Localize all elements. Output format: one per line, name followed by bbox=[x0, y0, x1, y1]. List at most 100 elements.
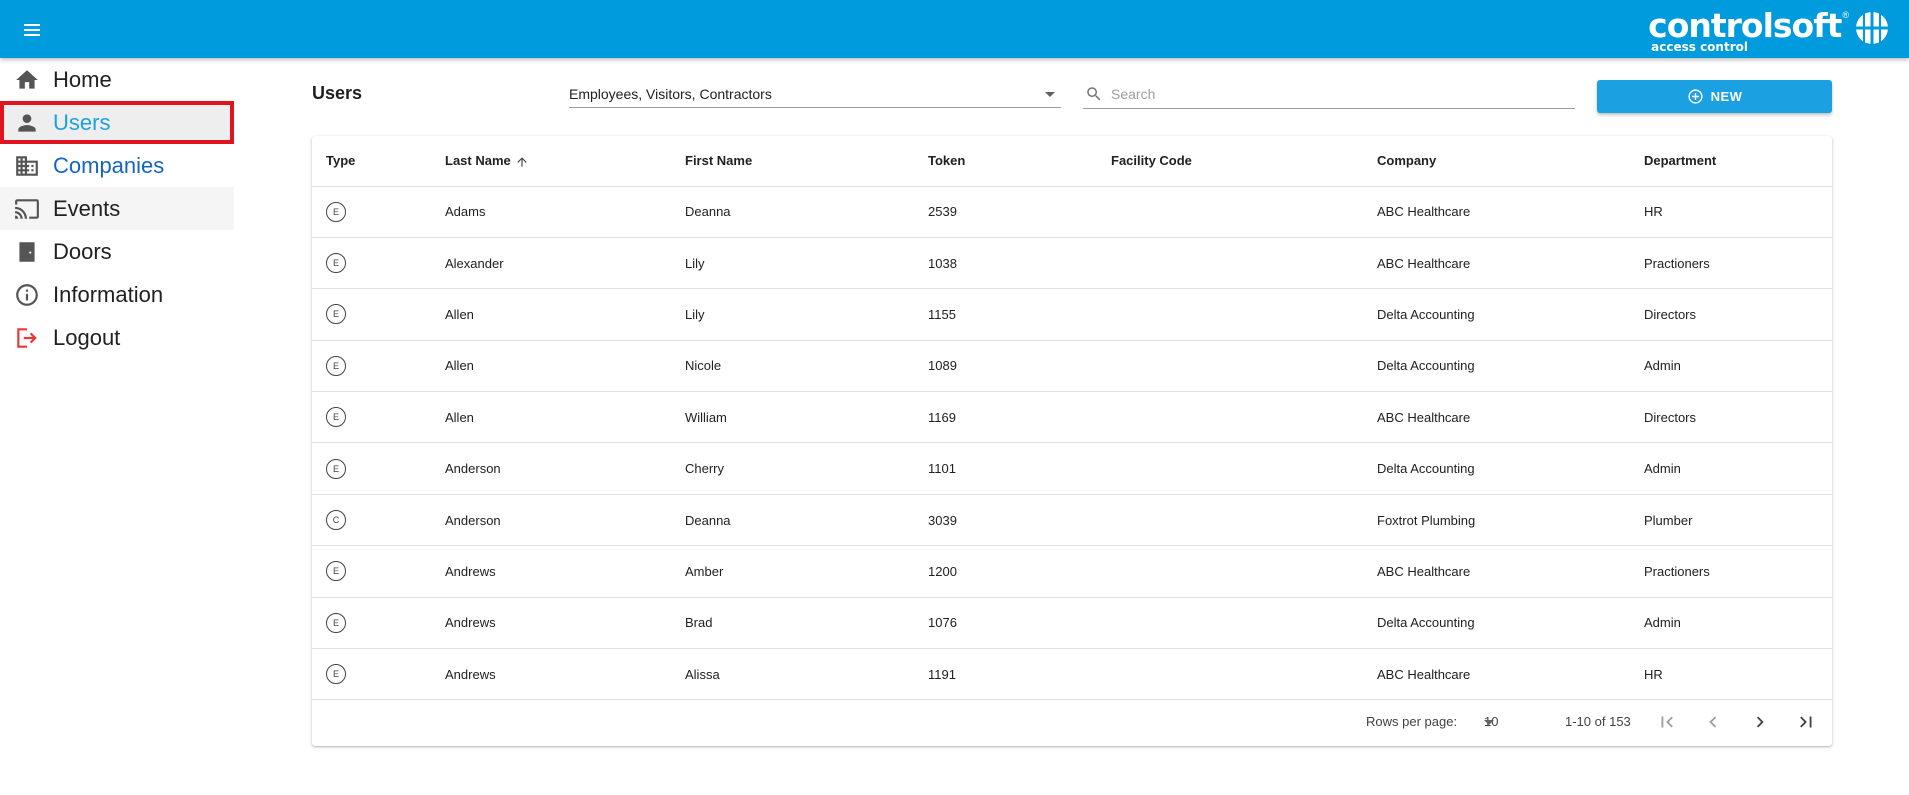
table-row[interactable]: E Allen Nicole 1089 Delta Accounting Admin bbox=[312, 340, 1832, 393]
users-table: Type Last Name First Name Token Facility… bbox=[312, 136, 1832, 701]
cell-last-name: Andrews bbox=[431, 545, 671, 598]
sidebar-item-home[interactable]: Home bbox=[0, 58, 234, 101]
cell-first-name: Cherry bbox=[671, 442, 914, 495]
table-row[interactable]: E Andrews Brad 1076 Delta Accounting Admin bbox=[312, 597, 1832, 650]
sidebar-item-information[interactable]: Information bbox=[0, 273, 234, 316]
table-row[interactable]: E Anderson Cherry 1101 Delta Accounting Admin bbox=[312, 442, 1832, 495]
pagination-range: 1-10 of 153 bbox=[1565, 714, 1631, 729]
column-header-label: Last Name bbox=[445, 152, 511, 168]
table-row[interactable]: E Allen William 1169 ABC Healthcare Directors bbox=[312, 391, 1832, 444]
first-page-button[interactable] bbox=[1656, 711, 1678, 733]
cell-department: HR bbox=[1630, 648, 1832, 701]
page-title: Users bbox=[312, 83, 363, 103]
sidebar-item-companies[interactable]: Companies bbox=[0, 144, 234, 187]
search-icon bbox=[1087, 87, 1101, 101]
table-row[interactable]: E Andrews Amber 1200 ABC Healthcare Practione… bbox=[312, 545, 1832, 598]
cell-last-name: Alexander bbox=[431, 237, 671, 290]
cell-facility-code bbox=[1097, 648, 1363, 701]
cell-last-name: Anderson bbox=[431, 442, 671, 495]
cell-company: Delta Accounting bbox=[1363, 340, 1630, 393]
rows-per-page-select[interactable]: 10 bbox=[1484, 710, 1540, 734]
cell-first-name: Deanna bbox=[671, 494, 914, 547]
cell-facility-code bbox=[1097, 237, 1363, 290]
info-icon bbox=[16, 283, 38, 306]
cell-last-name: Allen bbox=[431, 391, 671, 444]
chevron-right-icon bbox=[1756, 716, 1764, 728]
top-app-bar: controlsoft access control ® bbox=[0, 0, 1909, 58]
column-header-last-name[interactable]: Last Name bbox=[431, 136, 671, 187]
cell-first-name: Amber bbox=[671, 545, 914, 598]
cell-facility-code bbox=[1097, 442, 1363, 495]
search-input[interactable] bbox=[1111, 83, 1561, 105]
menu-icon[interactable] bbox=[20, 18, 44, 42]
cell-last-name: Andrews bbox=[431, 597, 671, 650]
column-header-token[interactable]: Token bbox=[914, 136, 1097, 187]
cell-first-name: Lily bbox=[671, 237, 914, 290]
cell-token: 1155 bbox=[914, 288, 1097, 341]
cell-token: 1076 bbox=[914, 597, 1097, 650]
user-type-filter-select[interactable]: Employees, Visitors, Contractors bbox=[569, 80, 1061, 108]
cell-type: E bbox=[312, 391, 431, 444]
cell-type: E bbox=[312, 340, 431, 393]
cell-last-name: Anderson bbox=[431, 494, 671, 547]
cell-type: E bbox=[312, 186, 431, 238]
cell-token: 2539 bbox=[914, 186, 1097, 238]
table-header-row: Type Last Name First Name Token Facility… bbox=[312, 136, 1832, 187]
first-page-icon bbox=[1661, 716, 1673, 728]
next-page-button[interactable] bbox=[1749, 711, 1771, 733]
cell-company: Delta Accounting bbox=[1363, 597, 1630, 650]
column-header-first-name[interactable]: First Name bbox=[671, 136, 914, 187]
cell-token: 1101 bbox=[914, 442, 1097, 495]
cell-first-name: Lily bbox=[671, 288, 914, 341]
type-badge: E bbox=[326, 355, 346, 376]
sidebar-item-logout[interactable]: Logout bbox=[0, 316, 234, 359]
sidebar-item-events[interactable]: Events bbox=[0, 187, 234, 230]
sidebar-item-doors[interactable]: Doors bbox=[0, 230, 234, 273]
column-header-company[interactable]: Company bbox=[1363, 136, 1630, 187]
cell-department: Practioners bbox=[1630, 545, 1832, 598]
table-row[interactable]: E Andrews Alissa 1191 ABC Healthcare HR bbox=[312, 648, 1832, 701]
sidebar-item-label: Events bbox=[53, 195, 121, 221]
filter-selected-value: Employees, Visitors, Contractors bbox=[569, 86, 772, 102]
cell-company: Foxtrot Plumbing bbox=[1363, 494, 1630, 547]
new-user-button[interactable]: NEW bbox=[1597, 80, 1832, 113]
cell-first-name: Brad bbox=[671, 597, 914, 650]
type-badge: E bbox=[326, 304, 346, 325]
cell-token: 1038 bbox=[914, 237, 1097, 290]
controlsoft-logo: controlsoft access control ® bbox=[1648, 8, 1889, 54]
sidebar-item-users[interactable]: Users bbox=[0, 101, 234, 144]
cell-company: ABC Healthcare bbox=[1363, 648, 1630, 701]
table-row[interactable]: E Adams Deanna 2539 ABC Healthcare HR bbox=[312, 186, 1832, 238]
cell-department: Practioners bbox=[1630, 237, 1832, 290]
table-row[interactable]: E Allen Lily 1155 Delta Accounting Directors bbox=[312, 288, 1832, 341]
rows-per-page-label: Rows per page: bbox=[1366, 714, 1458, 729]
cell-company: ABC Healthcare bbox=[1363, 237, 1630, 290]
cell-department: Plumber bbox=[1630, 494, 1832, 547]
previous-page-button[interactable] bbox=[1702, 711, 1724, 733]
table-row[interactable]: C Anderson Deanna 3039 Foxtrot Plumbing Plumb… bbox=[312, 494, 1832, 547]
cell-company: Delta Accounting bbox=[1363, 288, 1630, 341]
last-page-button[interactable] bbox=[1795, 711, 1817, 733]
cell-token: 3039 bbox=[914, 494, 1097, 547]
cell-department: HR bbox=[1630, 186, 1832, 238]
chevron-down-icon bbox=[1484, 720, 1494, 725]
cell-company: Delta Accounting bbox=[1363, 442, 1630, 495]
type-badge: E bbox=[326, 561, 346, 582]
cell-facility-code bbox=[1097, 597, 1363, 650]
logo-registered-mark: ® bbox=[1842, 10, 1849, 20]
column-header-department[interactable]: Department bbox=[1630, 136, 1832, 187]
cell-token: 1191 bbox=[914, 648, 1097, 701]
table-row[interactable]: E Alexander Lily 1038 ABC Healthcare Praction… bbox=[312, 237, 1832, 290]
cell-company: ABC Healthcare bbox=[1363, 391, 1630, 444]
cell-facility-code bbox=[1097, 288, 1363, 341]
cell-last-name: Andrews bbox=[431, 648, 671, 701]
sidebar-item-label: Doors bbox=[53, 238, 112, 264]
column-header-facility-code[interactable]: Facility Code bbox=[1097, 136, 1363, 187]
type-badge: E bbox=[326, 407, 346, 428]
column-header-type[interactable]: Type bbox=[312, 136, 431, 187]
chevron-left-icon bbox=[1709, 716, 1717, 728]
cell-department: Directors bbox=[1630, 391, 1832, 444]
type-badge: E bbox=[326, 458, 346, 479]
logout-icon bbox=[17, 327, 37, 348]
cell-facility-code bbox=[1097, 391, 1363, 444]
